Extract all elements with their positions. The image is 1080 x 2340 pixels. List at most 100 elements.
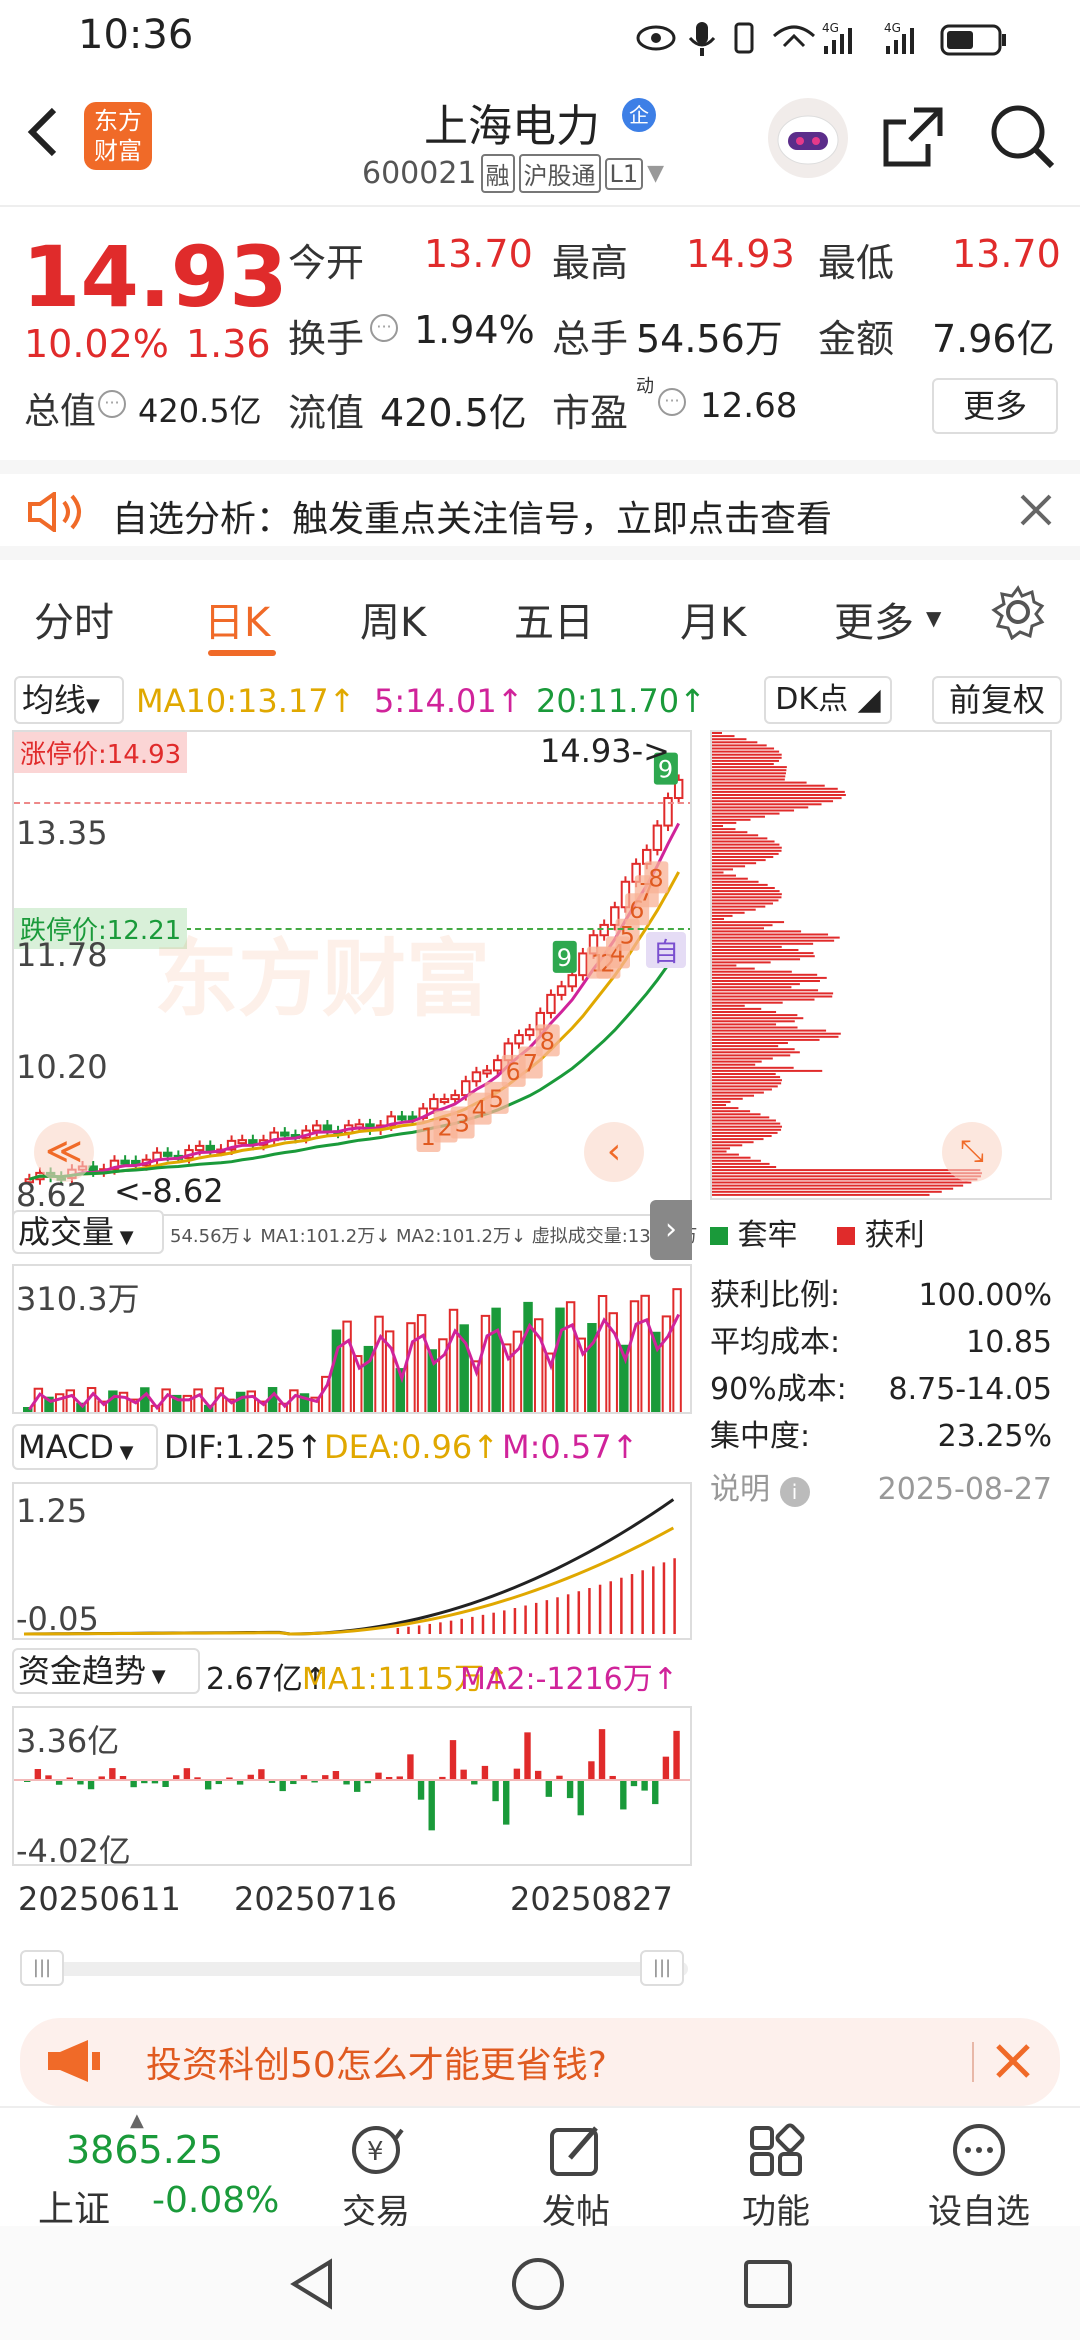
chip-bar [712,1119,776,1122]
fund-y-bottom: -4.02亿 [16,1832,131,1866]
fund-selector-label: 资金趋势 [18,1652,147,1690]
candle-body [162,1151,173,1157]
volume-bar [267,1387,278,1412]
chevron-down-icon[interactable]: ▼ [647,161,664,186]
prev-button[interactable]: ‹ [584,1122,644,1182]
info-dots-icon[interactable]: ··· [370,314,398,342]
post-button[interactable]: 发帖 [540,2122,612,2232]
nav-back-button[interactable] [286,2256,342,2312]
volume-bar [597,1295,608,1412]
share-button[interactable] [880,104,946,170]
logo-line1: 东方 [94,107,142,135]
chip-bar [712,1001,783,1004]
robot-avatar[interactable] [768,98,848,178]
chip-bar [712,862,757,865]
signal-number: 4 [472,1096,487,1124]
back-button[interactable] [22,102,62,162]
chip-bar [712,1172,982,1175]
chip-bar [712,787,838,790]
chip-bar [712,769,787,772]
chip-row-value: 10.85 [966,1325,1052,1360]
candle-body [120,1159,130,1165]
y-axis-mid: 11.78 [16,936,108,974]
fund-selector[interactable]: 资金趋势 ▼ [12,1648,200,1694]
chip-bar [712,905,766,908]
chip-bar [712,794,846,796]
volume-bar [565,1301,576,1412]
status-time: 10:36 [78,12,194,58]
chip-bar [712,1181,972,1184]
index-name[interactable]: 上证 [38,2180,110,2232]
fund-bar [130,1780,137,1788]
index-change[interactable]: -0.08% [152,2180,279,2221]
notice-text: 自选分析：触发重点关注信号，立即点击查看 [112,499,833,540]
chip-bar [712,784,825,787]
close-notice-button[interactable] [1016,490,1056,530]
svg-text:¥: ¥ [367,2137,384,2167]
tab-weekly-k[interactable]: 周K [360,590,426,648]
expand-chip-button[interactable]: › [650,1200,692,1260]
ma5-value: 5:14.01↑ [374,682,524,720]
chip-bar [712,949,799,951]
tab-intraday[interactable]: 分时 [34,590,114,648]
tab-monthly-k[interactable]: 月K [680,590,746,648]
chip-distribution[interactable]: ⤡ [710,730,1052,1200]
info-dots-icon[interactable]: ··· [98,390,126,418]
candle-body [578,952,588,977]
market-cap-label: 总值 [24,391,97,432]
info-dots-icon[interactable]: ··· [658,388,686,416]
chip-bar [712,1048,795,1051]
chip-note: 说明 [710,1472,770,1507]
tab-daily-k[interactable]: 日K [204,590,270,648]
volume-selector[interactable]: 成交量 ▼ [12,1210,164,1254]
candle-body [524,1028,535,1037]
pe-value: 12.68 [700,386,798,426]
macd-bar [630,1574,634,1634]
chip-bar [712,809,795,812]
ma-selector[interactable]: 均线▼ [14,676,124,724]
function-button[interactable]: 功能 [740,2122,812,2232]
candle-body [567,974,577,988]
macd-selector[interactable]: MACD ▼ [12,1424,158,1470]
chip-bar [712,896,782,899]
fund-bar [34,1769,42,1780]
more-quote-button[interactable]: 更多 [932,378,1058,434]
fund-bar [375,1772,382,1780]
dk-point-button[interactable]: DK点 ◢ [764,676,892,724]
chip-bar [712,995,833,998]
range-handle-left[interactable]: ||| [20,1950,64,1986]
range-handle-right[interactable]: ||| [640,1950,684,1986]
search-button[interactable] [988,102,1058,172]
notice-bar[interactable]: 自选分析：触发重点关注信号，立即点击查看 [0,460,1080,560]
macd-y-bottom: -0.05 [16,1600,99,1638]
tag-level: L1 [604,157,644,190]
chip-bar [712,868,734,871]
settings-button[interactable] [990,584,1046,641]
ad-banner[interactable]: 投资科创50怎么才能更省钱? [20,2018,1060,2106]
range-slider-track[interactable] [22,1962,688,1976]
fund-chart[interactable]: 3.36亿 -4.02亿 [12,1706,692,1866]
volume-bar [406,1322,416,1412]
tab-five-day[interactable]: 五日 [514,590,594,648]
candlestick-chart[interactable]: 12345678912456789 涨停价:14.93 跌停价:12.21 13… [12,730,692,1216]
macd-bar [534,1602,538,1634]
change-percent: 10.02% [24,322,169,366]
trade-button[interactable]: ¥ 交易 [340,2122,412,2232]
chip-bar [712,1017,804,1020]
adjust-button[interactable]: 前复权 [932,676,1062,724]
chip-bar [712,921,785,924]
tab-more[interactable]: 更多 [834,590,914,648]
scroll-left-button[interactable]: ≪ [34,1122,94,1182]
volume-bar [140,1387,150,1412]
index-value[interactable]: 3865.25 [66,2128,223,2172]
chip-bar [712,1091,764,1094]
expand-icon[interactable]: ⤡ [942,1122,1002,1182]
nav-home-button[interactable] [510,2256,566,2312]
chip-note-row[interactable]: 说明 i 2025-08-27 [710,1466,1052,1513]
add-watchlist-button[interactable]: 设自选 [924,2122,1034,2232]
volume-chart[interactable]: 310.3万 [12,1264,692,1414]
nav-recents-button[interactable] [740,2256,796,2312]
bottom-toolbar: ▲ 3865.25 上证 -0.08% ¥ 交易 发帖 功能 设自选 [0,2106,1080,2232]
macd-chart[interactable]: 1.25 -0.05 [12,1482,692,1640]
close-ad-button[interactable] [988,2036,1038,2086]
